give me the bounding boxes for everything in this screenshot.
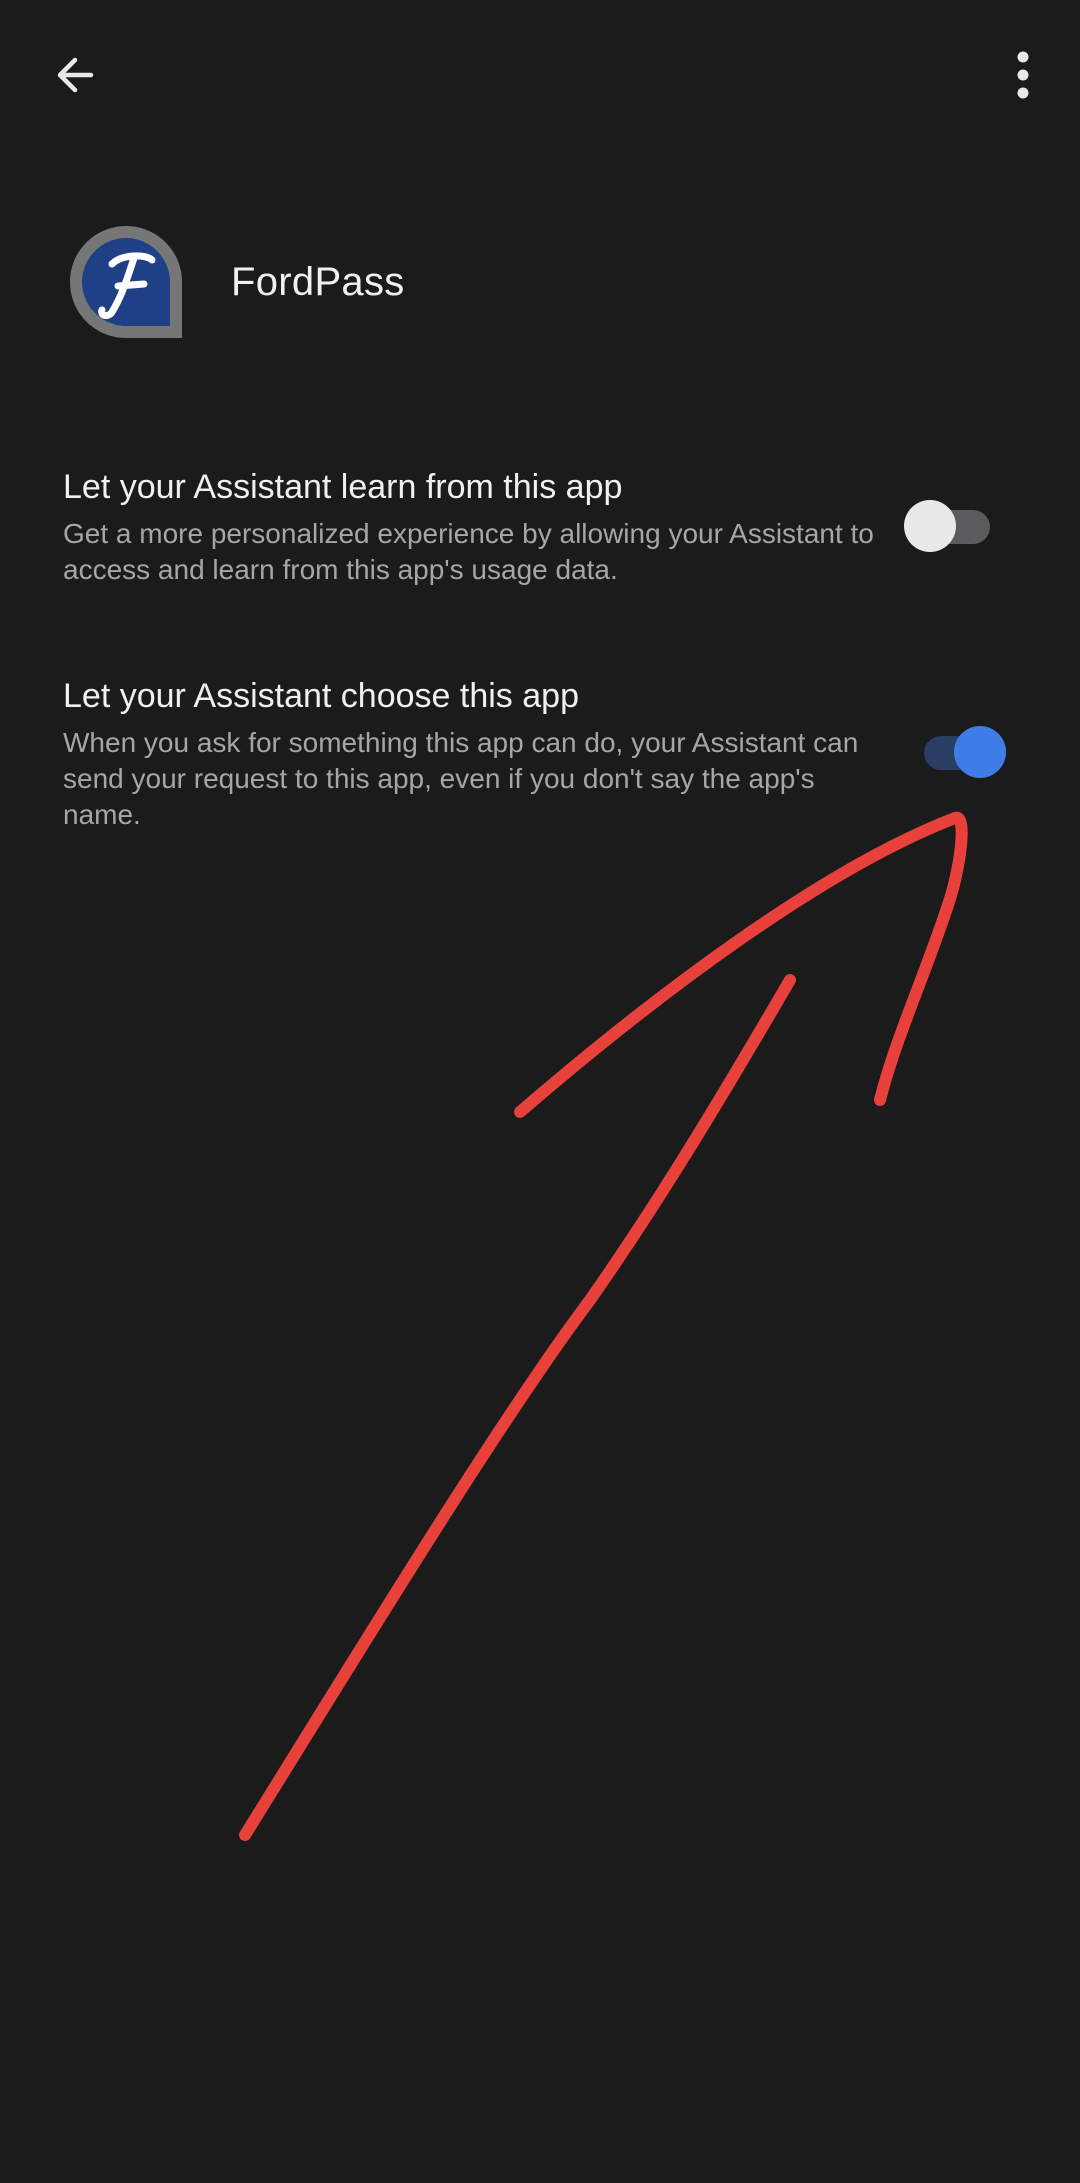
choose-app-toggle[interactable] bbox=[920, 724, 1010, 780]
arrow-head bbox=[514, 811, 968, 1118]
toggle-thumb bbox=[904, 500, 956, 552]
setting-description: When you ask for something this app can … bbox=[63, 727, 859, 830]
setting-description: Get a more personalized experience by al… bbox=[63, 518, 874, 585]
app-name: FordPass bbox=[231, 260, 405, 304]
setting-title: Let your Assistant learn from this app bbox=[63, 468, 623, 506]
fordpass-app-icon bbox=[70, 226, 182, 338]
toggle-thumb bbox=[954, 726, 1006, 778]
more-options-button[interactable] bbox=[990, 40, 1056, 110]
arrow-shaft bbox=[239, 974, 796, 1841]
learn-from-app-toggle[interactable] bbox=[900, 498, 990, 554]
back-button[interactable] bbox=[40, 40, 110, 110]
setting-learn-from-app[interactable]: Let your Assistant learn from this app G… bbox=[63, 468, 1023, 598]
setting-choose-app[interactable]: Let your Assistant choose this app When … bbox=[63, 677, 1023, 847]
app-header: FordPass bbox=[68, 224, 968, 344]
setting-title: Let your Assistant choose this app bbox=[63, 677, 579, 715]
top-app-bar bbox=[0, 0, 1080, 150]
more-vert-icon bbox=[1017, 51, 1029, 99]
arrow-back-icon bbox=[57, 57, 94, 93]
